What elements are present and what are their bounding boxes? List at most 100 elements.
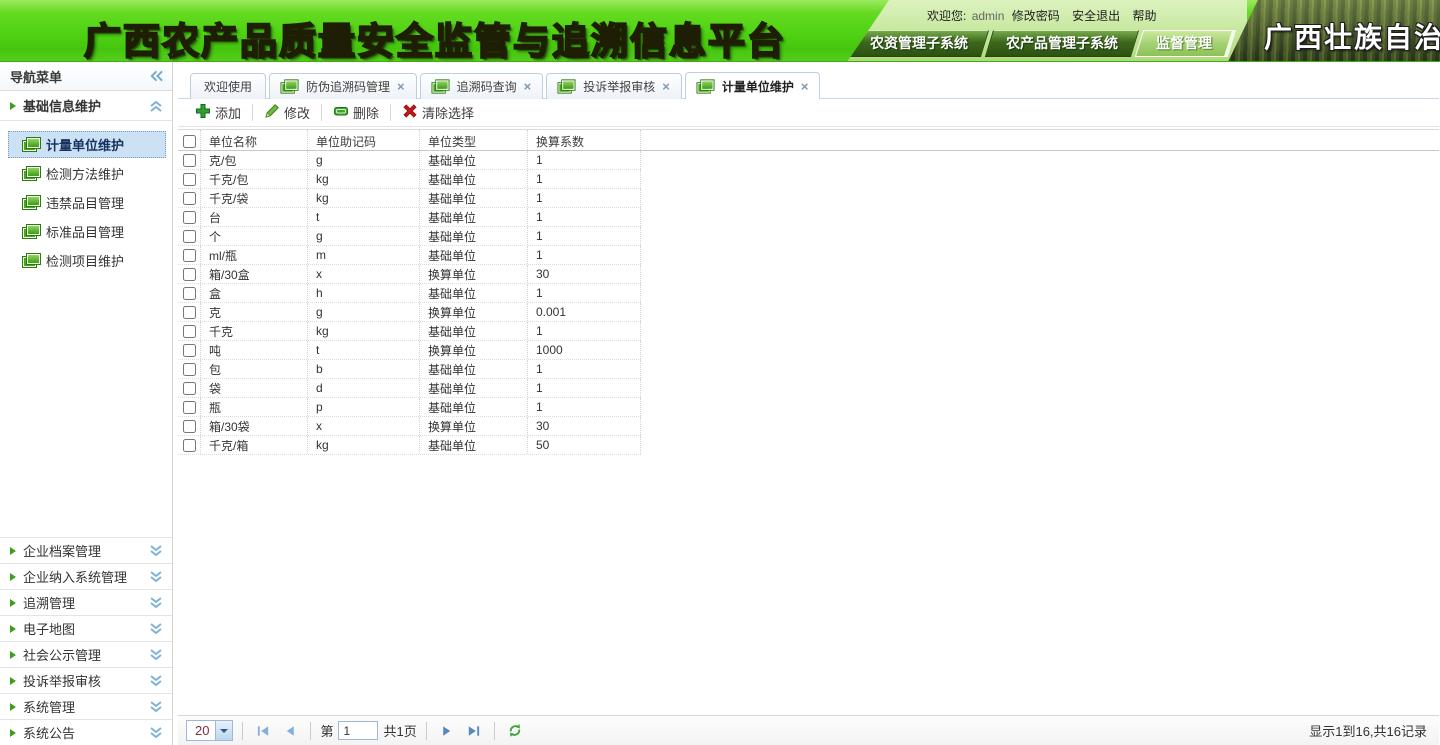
sidebar-group-3[interactable]: 电子地图 (0, 615, 172, 641)
table-row[interactable]: 盒h基础单位1 (178, 284, 641, 303)
row-checkbox[interactable] (183, 439, 196, 452)
row-checkbox[interactable] (183, 173, 196, 186)
collapse-sidebar-icon[interactable] (149, 69, 164, 83)
chevron-down-icon[interactable] (149, 700, 164, 714)
table-row[interactable]: 千克/包kg基础单位1 (178, 170, 641, 189)
tab-3[interactable]: 投诉举报审核× (546, 73, 682, 99)
cell-factor: 1 (528, 284, 641, 302)
row-checkbox[interactable] (183, 154, 196, 167)
row-checkbox[interactable] (183, 268, 196, 281)
table-row[interactable]: 箱/30袋x换算单位30 (178, 417, 641, 436)
row-checkbox[interactable] (183, 249, 196, 262)
close-icon[interactable]: × (662, 79, 670, 94)
agri-product-subsystem-button[interactable]: 农产品管理子系统 (985, 30, 1139, 57)
username: admin (972, 9, 1005, 23)
row-checkbox[interactable] (183, 363, 196, 376)
supervision-subsystem-button[interactable]: 监督管理 (1135, 30, 1236, 57)
chevron-down-icon[interactable] (149, 648, 164, 662)
row-checkbox[interactable] (183, 192, 196, 205)
last-page-button[interactable] (463, 720, 485, 742)
agri-input-subsystem-button[interactable]: 农资管理子系统 (849, 30, 989, 57)
close-icon[interactable]: × (524, 79, 532, 94)
row-checkbox-cell (178, 436, 201, 454)
cell-unit-type: 基础单位 (420, 208, 528, 226)
table-row[interactable]: 台t基础单位1 (178, 208, 641, 227)
table-row[interactable]: 千克/袋kg基础单位1 (178, 189, 641, 208)
close-icon[interactable]: × (397, 79, 405, 94)
sidebar-item-1[interactable]: 检测方法维护 (8, 160, 166, 187)
cell-unit-type: 换算单位 (420, 341, 528, 359)
table-row[interactable]: 袋d基础单位1 (178, 379, 641, 398)
logout-link[interactable]: 安全退出 (1072, 9, 1120, 23)
sidebar-group-5[interactable]: 投诉举报审核 (0, 667, 172, 693)
table-row[interactable]: 千克/箱kg基础单位50 (178, 436, 641, 455)
table-row[interactable]: 克/包g基础单位1 (178, 151, 641, 170)
chevron-down-icon[interactable] (149, 674, 164, 688)
next-page-button[interactable] (436, 720, 458, 742)
help-link[interactable]: 帮助 (1132, 9, 1156, 23)
sidebar-group-1[interactable]: 企业纳入系统管理 (0, 563, 172, 589)
table-row[interactable]: 瓶p基础单位1 (178, 398, 641, 417)
tab-0[interactable]: 欢迎使用 (190, 73, 266, 99)
table-row[interactable]: 吨t换算单位1000 (178, 341, 641, 360)
add-button[interactable]: 添加 (186, 101, 250, 125)
row-checkbox[interactable] (183, 420, 196, 433)
table-row[interactable]: 克g换算单位0.001 (178, 303, 641, 322)
folder-icon (281, 80, 297, 92)
col-factor[interactable]: 换算系数 (528, 130, 641, 152)
close-icon[interactable]: × (801, 79, 809, 94)
chevron-down-icon[interactable] (149, 596, 164, 610)
change-password-link[interactable]: 修改密码 (1012, 9, 1060, 23)
row-checkbox[interactable] (183, 306, 196, 319)
delete-button[interactable]: 删除 (324, 101, 388, 125)
row-checkbox[interactable] (183, 287, 196, 300)
sidebar-header: 导航菜单 (0, 62, 172, 91)
table-row[interactable]: 个g基础单位1 (178, 227, 641, 246)
chevron-down-icon[interactable] (149, 544, 164, 558)
chevron-up-icon[interactable] (149, 99, 164, 113)
row-checkbox[interactable] (183, 211, 196, 224)
sidebar-group-6[interactable]: 系统管理 (0, 693, 172, 719)
chevron-down-icon[interactable] (149, 726, 164, 740)
table-row[interactable]: 千克kg基础单位1 (178, 322, 641, 341)
sidebar-group-4[interactable]: 社会公示管理 (0, 641, 172, 667)
cell-factor: 0.001 (528, 303, 641, 321)
sidebar-group-base-info[interactable]: 基础信息维护 (0, 91, 172, 121)
chevron-down-icon[interactable] (149, 622, 164, 636)
row-checkbox[interactable] (183, 344, 196, 357)
sidebar-item-2[interactable]: 违禁品目管理 (8, 189, 166, 216)
page-size-select[interactable]: 20 (186, 720, 233, 741)
row-checkbox[interactable] (183, 401, 196, 414)
row-checkbox[interactable] (183, 382, 196, 395)
sidebar-item-3[interactable]: 标准品目管理 (8, 218, 166, 245)
col-unit-name[interactable]: 单位名称 (201, 130, 308, 152)
col-unit-code[interactable]: 单位助记码 (308, 130, 420, 152)
table-row[interactable]: 包b基础单位1 (178, 360, 641, 379)
cell-unit-type: 换算单位 (420, 417, 528, 435)
arrow-right-icon (10, 547, 16, 555)
clear-selection-button[interactable]: 清除选择 (393, 101, 483, 125)
platform-title: 广西农产品质量安全监管与追溯信息平台 (84, 11, 786, 62)
prev-page-button[interactable] (279, 720, 301, 742)
select-all-checkbox[interactable] (183, 135, 196, 148)
cell-unit-code: b (308, 360, 420, 378)
table-row[interactable]: ml/瓶m基础单位1 (178, 246, 641, 265)
edit-button[interactable]: 修改 (255, 101, 319, 125)
page-number-input[interactable] (338, 721, 378, 740)
tab-1[interactable]: 防伪追溯码管理× (269, 73, 417, 99)
refresh-button[interactable] (504, 720, 526, 742)
row-checkbox-cell (178, 360, 201, 378)
sidebar-group-7[interactable]: 系统公告 (0, 719, 172, 745)
sidebar-item-0[interactable]: 计量单位维护 (8, 131, 166, 158)
table-row[interactable]: 箱/30盒x换算单位30 (178, 265, 641, 284)
sidebar-group-2[interactable]: 追溯管理 (0, 589, 172, 615)
sidebar-group-0[interactable]: 企业档案管理 (0, 537, 172, 563)
first-page-button[interactable] (252, 720, 274, 742)
sidebar-item-4[interactable]: 检测项目维护 (8, 247, 166, 274)
row-checkbox[interactable] (183, 325, 196, 338)
row-checkbox[interactable] (183, 230, 196, 243)
tab-2[interactable]: 追溯码查询× (420, 73, 544, 99)
tab-4[interactable]: 计量单位维护× (685, 72, 821, 99)
col-unit-type[interactable]: 单位类型 (420, 130, 528, 152)
chevron-down-icon[interactable] (149, 570, 164, 584)
